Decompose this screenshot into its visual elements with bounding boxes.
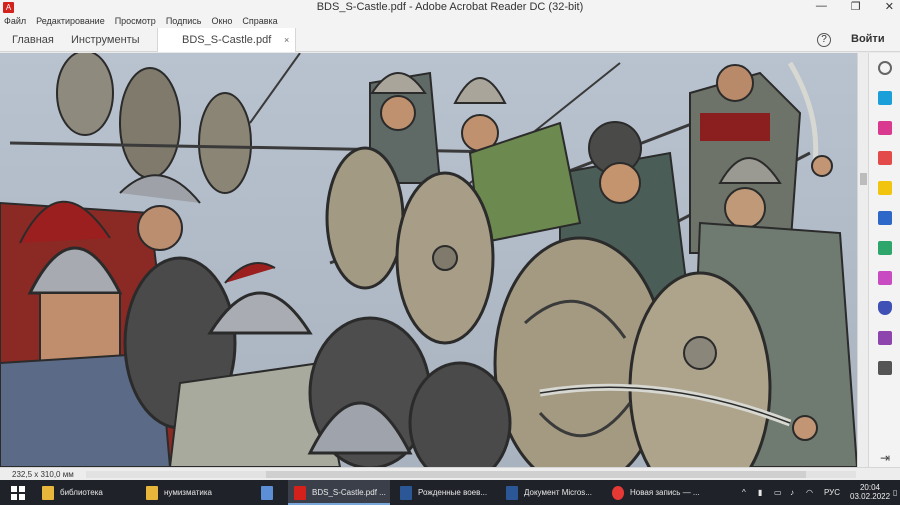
notifications-icon[interactable]: ▯: [893, 480, 897, 505]
menu-bar: Файл Редактирование Просмотр Подпись Окн…: [0, 14, 900, 28]
comment-icon[interactable]: [878, 181, 892, 195]
taskbar-item-yandex[interactable]: Новая запись — ...: [606, 480, 712, 505]
menu-window[interactable]: Окно: [211, 16, 232, 26]
protect-shield-icon[interactable]: [878, 301, 892, 315]
close-icon[interactable]: ✕: [885, 0, 894, 13]
create-pdf-icon[interactable]: [878, 151, 892, 165]
zoom-icon[interactable]: [878, 61, 892, 75]
page-size-label: 232,5 x 310,0 мм: [12, 470, 74, 479]
tab-bar: Главная Инструменты BDS_S-Castle.pdf × ?…: [0, 28, 900, 52]
combine-files-icon[interactable]: [878, 211, 892, 225]
taskbar: библиотека нумизматика BDS_S-Castle.pdf …: [0, 480, 900, 505]
taskbar-item-word-2[interactable]: Документ Micros...: [500, 480, 602, 505]
send-for-signature-icon[interactable]: [878, 331, 892, 345]
more-tools-icon[interactable]: [878, 361, 892, 375]
signin-button[interactable]: Войти: [851, 33, 885, 45]
battery-icon[interactable]: ▭: [774, 480, 782, 505]
taskbar-item-library[interactable]: библиотека: [36, 480, 136, 505]
fill-sign-icon[interactable]: [878, 271, 892, 285]
window-title: BDS_S-Castle.pdf - Adobe Acrobat Reader …: [316, 1, 584, 13]
volume-icon[interactable]: ♪: [790, 480, 794, 505]
app-icon: [261, 485, 273, 500]
wifi-icon[interactable]: ◠: [806, 480, 813, 505]
folder-icon: [42, 485, 54, 500]
menu-file[interactable]: Файл: [4, 16, 26, 26]
language-indicator[interactable]: РУС: [824, 480, 840, 505]
taskbar-item-word-1[interactable]: Рожденные воев...: [394, 480, 496, 505]
horizontal-scrollbar[interactable]: [86, 471, 856, 478]
tools-panel: ⇥: [868, 53, 900, 467]
tab-document[interactable]: BDS_S-Castle.pdf ×: [157, 28, 297, 52]
tab-close-icon[interactable]: ×: [284, 28, 289, 52]
maximize-icon[interactable]: ❐: [851, 0, 861, 13]
clock-time: 20:04: [859, 483, 881, 492]
edit-pdf-icon[interactable]: [878, 241, 892, 255]
menu-sign[interactable]: Подпись: [166, 16, 202, 26]
yandex-browser-icon: [612, 485, 624, 500]
clock-date: 03.02.2022: [850, 492, 891, 501]
network-icon[interactable]: ▮: [758, 480, 762, 505]
acrobat-icon: [294, 485, 306, 500]
export-pdf-icon[interactable]: [878, 91, 892, 105]
taskbar-item-acrobat[interactable]: BDS_S-Castle.pdf ...: [288, 480, 390, 505]
collapse-panel-icon[interactable]: ⇥: [878, 451, 892, 465]
vertical-scrollbar[interactable]: [857, 53, 868, 467]
folder-icon: [146, 485, 158, 500]
clock[interactable]: 20:04 03.02.2022: [850, 483, 890, 501]
menu-view[interactable]: Просмотр: [115, 16, 156, 26]
menu-edit[interactable]: Редактирование: [36, 16, 105, 26]
minimize-icon[interactable]: —: [816, 0, 827, 13]
window-controls: — ❐ ✕: [816, 0, 894, 13]
taskbar-item-numismatics[interactable]: нумизматика: [140, 480, 244, 505]
tab-tools[interactable]: Инструменты: [71, 28, 140, 52]
status-bar: 232,5 x 310,0 мм: [0, 467, 900, 480]
scrollbar-thumb[interactable]: [860, 173, 867, 185]
horizontal-scrollbar-thumb[interactable]: [266, 471, 806, 478]
windows-start-icon[interactable]: [6, 480, 30, 505]
menu-help[interactable]: Справка: [242, 16, 277, 26]
help-icon[interactable]: ?: [817, 33, 831, 47]
title-bar: A BDS_S-Castle.pdf - Adobe Acrobat Reade…: [0, 0, 900, 14]
tab-home[interactable]: Главная: [12, 28, 54, 52]
word-icon: [506, 485, 518, 500]
tray-chevron-icon[interactable]: ^: [742, 480, 746, 505]
tab-document-label: BDS_S-Castle.pdf: [182, 34, 272, 46]
comic-illustration: [0, 53, 857, 467]
taskbar-app-icon[interactable]: [250, 480, 284, 505]
organize-pages-icon[interactable]: [878, 121, 892, 135]
document-view[interactable]: [0, 53, 857, 467]
word-icon: [400, 485, 412, 500]
